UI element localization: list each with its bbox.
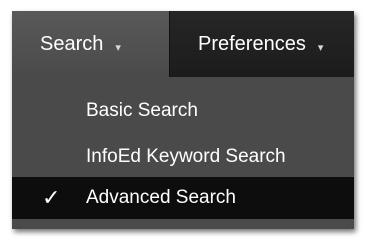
menu-bar: Search ▾ Preferences ▾ — [12, 11, 354, 77]
menu-item-infoed-keyword-search[interactable]: InfoEd Keyword Search — [12, 135, 354, 179]
checkmark-icon: ✓ — [42, 185, 61, 210]
menu-item-advanced-search[interactable]: ✓ Advanced Search — [12, 177, 354, 219]
menu-item-basic-search[interactable]: Basic Search — [12, 89, 354, 133]
menu-search-label: Search — [40, 32, 104, 55]
menu-item-label: Advanced Search — [86, 187, 236, 208]
menu-item-label: InfoEd Keyword Search — [86, 146, 286, 167]
menu-item-label: Basic Search — [86, 100, 198, 121]
menu-preferences[interactable]: Preferences ▾ — [169, 11, 354, 77]
menu-search[interactable]: Search ▾ — [12, 11, 169, 77]
menu-window: Search ▾ Preferences ▾ Basic Search Info… — [12, 11, 354, 229]
menu-preferences-label: Preferences — [198, 32, 306, 55]
chevron-down-icon: ▾ — [317, 41, 324, 54]
search-dropdown: Basic Search InfoEd Keyword Search ✓ Adv… — [12, 77, 354, 229]
chevron-down-icon: ▾ — [115, 41, 121, 54]
